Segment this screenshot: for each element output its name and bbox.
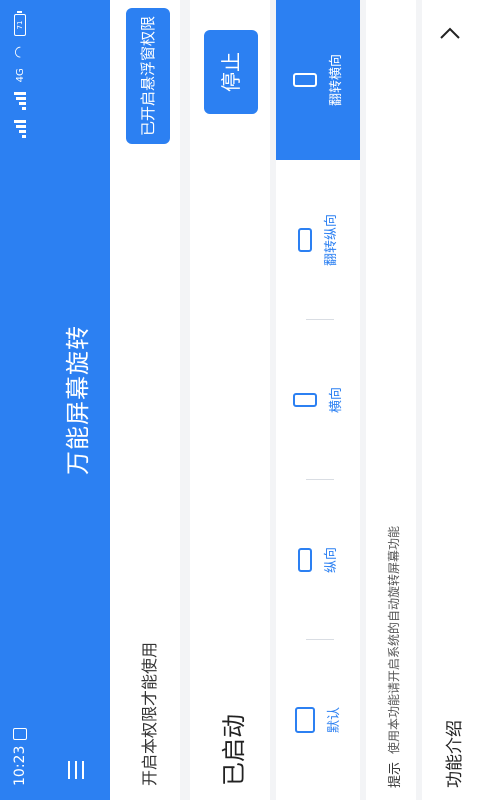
mode-landscape[interactable]: 横向 <box>276 320 360 480</box>
title-row: 万能屏幕旋转 <box>40 0 110 800</box>
device-portrait-icon <box>292 73 317 87</box>
service-status-card: 已启动 停止 <box>190 0 270 800</box>
overlay-permission-button[interactable]: 已开启悬浮窗权限 <box>126 8 170 144</box>
mode-label: 翻转纵向 <box>323 214 339 267</box>
mode-portrait[interactable]: 纵向 <box>276 480 360 640</box>
device-landscape-icon <box>294 707 315 733</box>
permission-card: 开启本权限才能使用 已开启悬浮窗权限 <box>110 0 180 800</box>
rotation-mode-selector: 默认 纵向 横向 翻转纵向 翻转横向 <box>276 0 360 800</box>
permission-text: 开启本权限才能使用 <box>140 641 159 786</box>
mode-label: 横向 <box>328 387 344 414</box>
mode-label: 纵向 <box>323 547 339 574</box>
mode-reverse-portrait[interactable]: 翻转纵向 <box>276 160 360 320</box>
rotated-app-screen: 10:23 4G ◠ 71 万能屏幕旋转 开启本权限才能使用 已开启悬浮窗权限 <box>0 0 480 800</box>
mode-label: 翻转横向 <box>328 54 344 107</box>
hint-label: 提示 <box>388 761 403 788</box>
device-portrait-icon <box>292 393 317 407</box>
mode-reverse-landscape[interactable]: 翻转横向 <box>276 0 360 160</box>
status-bar: 10:23 4G ◠ 71 <box>0 0 40 800</box>
hint-text: 使用本功能请开启系统的自动旋转屏幕功能 <box>387 525 401 754</box>
network-type: 4G <box>14 68 26 83</box>
mode-default[interactable]: 默认 <box>276 640 360 800</box>
hint-card: 提示 使用本功能请开启系统的自动旋转屏幕功能 <box>366 0 416 800</box>
stop-button[interactable]: 停止 <box>204 30 258 114</box>
mode-label: 默认 <box>326 707 342 734</box>
wifi-icon: ◠ <box>12 46 28 59</box>
notification-icon <box>13 727 27 740</box>
device-landscape-icon <box>297 548 312 572</box>
status-time: 10:23 <box>12 745 28 786</box>
signal-icon <box>14 120 26 139</box>
feature-intro-label: 功能介绍 <box>445 720 465 788</box>
app-title: 万能屏幕旋转 <box>64 325 92 475</box>
device-landscape-icon <box>297 228 312 252</box>
feature-intro-row[interactable]: 功能介绍 <box>422 0 480 800</box>
app-bar: 10:23 4G ◠ 71 万能屏幕旋转 <box>0 0 110 800</box>
signal-icon-secondary <box>14 92 26 111</box>
battery-icon: 71 <box>14 14 26 36</box>
chevron-right-icon[interactable] <box>436 20 464 48</box>
main-content: 开启本权限才能使用 已开启悬浮窗权限 已启动 停止 默认 纵向 横向 翻转纵向 <box>110 0 480 800</box>
battery-level: 71 <box>16 20 24 30</box>
service-status-text: 已启动 <box>220 714 248 786</box>
